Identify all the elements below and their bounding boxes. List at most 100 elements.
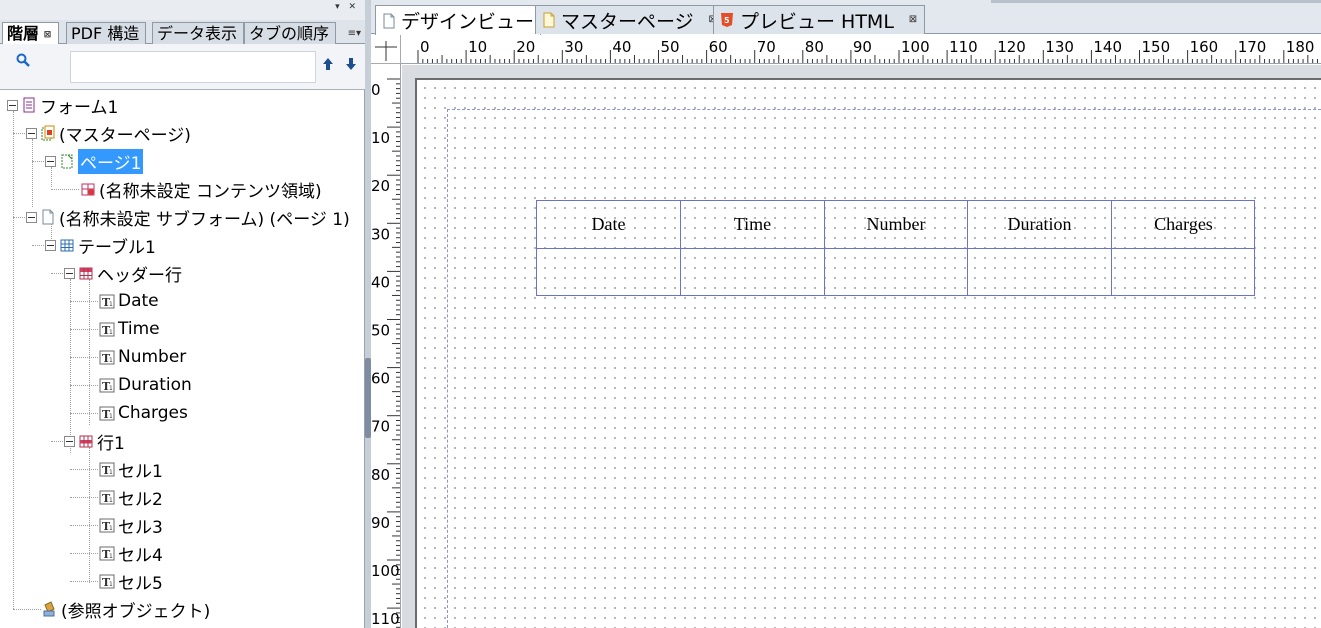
tab-menu-icon[interactable]: ≡▾ bbox=[348, 28, 361, 39]
tree-item-header-row[interactable]: ヘッダー行 bbox=[64, 260, 182, 286]
collapse-icon[interactable] bbox=[26, 127, 37, 139]
ruler-label: 110 bbox=[371, 610, 400, 628]
tree-item-label: セル5 bbox=[118, 573, 163, 594]
tree-item-row1[interactable]: 行1 bbox=[64, 428, 125, 454]
tab-master-pages[interactable]: マスターページ ⊠ bbox=[535, 5, 725, 34]
tree-item-cell3[interactable]: T1 セル3 bbox=[99, 512, 163, 538]
text-field-icon: T1 bbox=[99, 406, 115, 421]
hierarchy-tree: フォーム1 (マスターページ) ページ1 (名称未設定 コンテンツ領域) (名称… bbox=[0, 91, 364, 628]
header-cell-date[interactable]: Date bbox=[537, 201, 681, 249]
arrow-up-icon[interactable] bbox=[322, 57, 334, 71]
tree-item-label: Number bbox=[118, 347, 187, 367]
collapse-icon[interactable] bbox=[64, 435, 75, 447]
tab-tab-order[interactable]: タブの順序 bbox=[244, 22, 337, 44]
tree-item-content-area[interactable]: (名称未設定 コンテンツ領域) bbox=[80, 176, 322, 202]
header-cell-text: Duration bbox=[1007, 214, 1072, 234]
header-cell-text: Charges bbox=[1154, 214, 1213, 234]
ruler-label: 60 bbox=[709, 38, 728, 56]
content-area-boundary bbox=[447, 109, 1321, 628]
text-field-icon: T1 bbox=[99, 574, 115, 589]
tab-preview-html[interactable]: 5 プレビュー HTML ⊠ bbox=[713, 5, 925, 34]
tree-item-subform[interactable]: (名称未設定 サブフォーム) (ページ 1) bbox=[26, 204, 350, 230]
ruler-label: 160 bbox=[1190, 38, 1219, 56]
tree-item-label: Charges bbox=[118, 403, 188, 423]
tree-item-page1[interactable]: ページ1 bbox=[45, 148, 144, 174]
header-cell-duration[interactable]: Duration bbox=[968, 201, 1112, 249]
tree-item-master-pages[interactable]: (マスターページ) bbox=[26, 120, 191, 146]
row-icon bbox=[79, 435, 93, 447]
design-table[interactable]: Date Time Number Duration Charges bbox=[536, 200, 1255, 296]
ruler-label: 20 bbox=[516, 38, 535, 56]
tab-hierarchy-label: 階層 bbox=[7, 24, 40, 43]
tree-item-cell4[interactable]: T1 セル4 bbox=[99, 540, 163, 566]
tab-design-view-label: デザインビュー bbox=[401, 11, 535, 33]
collapse-icon[interactable] bbox=[64, 267, 75, 279]
tab-design-view[interactable]: デザインビュー bbox=[375, 5, 542, 35]
tree-item-cell5[interactable]: T1 セル5 bbox=[99, 568, 163, 594]
search-input[interactable] bbox=[70, 51, 316, 83]
header-cell-text: Date bbox=[591, 214, 626, 234]
ruler-label: 40 bbox=[612, 38, 631, 56]
row1-cell5[interactable] bbox=[1112, 249, 1255, 295]
horizontal-ruler: 0 10 20 30 40 50 60 70 80 90 100 110 120 130 140 150 160… bbox=[401, 35, 1321, 64]
header-cell-text: Time bbox=[733, 214, 772, 234]
ruler-label: 170 bbox=[1238, 38, 1267, 56]
tree-item-label: ヘッダー行 bbox=[97, 265, 182, 286]
tree-item-number[interactable]: T1 Number bbox=[99, 344, 186, 370]
tree-item-cell1[interactable]: T1 セル1 bbox=[99, 456, 163, 482]
row1-cell1[interactable] bbox=[537, 249, 681, 295]
ruler-label: 20 bbox=[371, 177, 390, 195]
tab-hierarchy[interactable]: 階層 ⊠ bbox=[2, 22, 60, 45]
tree-item-form1[interactable]: フォーム1 bbox=[7, 92, 118, 118]
ruler-label: 10 bbox=[371, 129, 390, 147]
document-tabs: デザインビュー マスターページ ⊠ 5 プレビュー HTML ⊠ bbox=[371, 0, 1321, 35]
header-cell-charges[interactable]: Charges bbox=[1112, 201, 1255, 249]
svg-text:1: 1 bbox=[109, 525, 113, 532]
arrow-down-icon[interactable] bbox=[345, 57, 357, 71]
collapse-icon[interactable] bbox=[45, 155, 56, 167]
referenced-objects-icon bbox=[43, 600, 55, 616]
tab-pdf-structure[interactable]: PDF 構造 bbox=[66, 22, 147, 44]
svg-text:1: 1 bbox=[109, 329, 113, 336]
ruler-label: 110 bbox=[949, 38, 978, 56]
close-icon[interactable]: ⊠ bbox=[43, 31, 52, 40]
panel-menu-icon[interactable]: ▾ ✕ bbox=[335, 2, 359, 12]
text-field-icon: T1 bbox=[99, 490, 115, 505]
ruler-label: 90 bbox=[371, 514, 390, 532]
search-icon[interactable] bbox=[16, 53, 30, 67]
tab-preview-html-label: プレビュー HTML bbox=[740, 10, 894, 33]
header-cell-text: Number bbox=[866, 214, 926, 234]
master-pages-icon bbox=[41, 125, 55, 140]
ruler-label: 70 bbox=[371, 418, 390, 436]
header-cell-time[interactable]: Time bbox=[681, 201, 825, 249]
text-field-icon: T1 bbox=[99, 294, 115, 309]
search-bar bbox=[0, 44, 365, 90]
text-field-icon: T1 bbox=[99, 378, 115, 393]
close-icon[interactable]: ⊠ bbox=[908, 15, 918, 25]
ruler-label: 120 bbox=[997, 38, 1026, 56]
header-cell-number[interactable]: Number bbox=[825, 201, 968, 249]
tree-item-cell2[interactable]: T1 セル2 bbox=[99, 484, 163, 510]
tree-item-duration[interactable]: T1 Duration bbox=[99, 372, 192, 398]
collapse-icon[interactable] bbox=[26, 211, 37, 223]
tree-item-label: 行1 bbox=[97, 433, 125, 454]
ruler-label: 70 bbox=[757, 38, 776, 56]
tab-tab-order-label: タブの順序 bbox=[249, 24, 330, 43]
tab-data-view[interactable]: データ表示 bbox=[152, 22, 245, 44]
ruler-label: 100 bbox=[371, 562, 400, 580]
svg-text:1: 1 bbox=[109, 357, 113, 364]
tree-item-table1[interactable]: テーブル1 bbox=[45, 232, 156, 258]
collapse-icon[interactable] bbox=[7, 99, 18, 111]
tree-item-referenced-objects[interactable]: (参照オブジェクト) bbox=[42, 596, 210, 622]
tree-item-label: セル3 bbox=[118, 517, 163, 538]
ruler-label: 0 bbox=[371, 81, 381, 99]
tree-item-date[interactable]: T1 Date bbox=[99, 288, 159, 314]
row1-cell4[interactable] bbox=[968, 249, 1112, 295]
collapse-icon[interactable] bbox=[45, 239, 56, 251]
row1-cell3[interactable] bbox=[825, 249, 968, 295]
tree-item-charges[interactable]: T1 Charges bbox=[99, 400, 188, 426]
tree-item-time[interactable]: T1 Time bbox=[99, 316, 160, 342]
ruler-origin[interactable] bbox=[371, 35, 401, 64]
row1-cell2[interactable] bbox=[681, 249, 825, 295]
svg-text:1: 1 bbox=[109, 581, 113, 588]
